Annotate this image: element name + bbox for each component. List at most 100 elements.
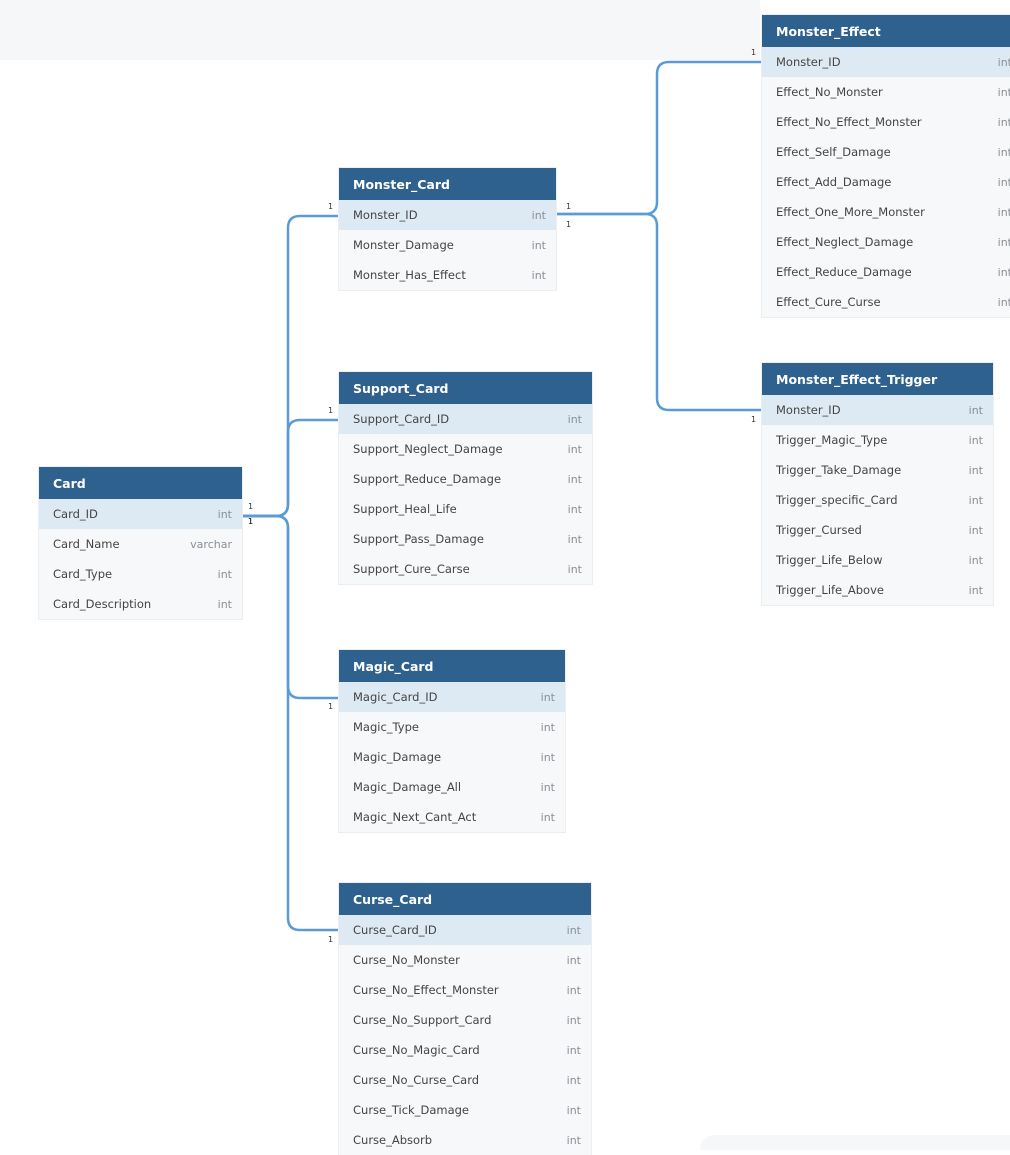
table-card[interactable]: Card Card_ID int Card_Name varchar Card_Type i… <box>39 467 242 619</box>
column-row[interactable]: Trigger_Magic_Type int <box>762 425 993 455</box>
column-row[interactable]: Curse_No_Support_Card int <box>339 1005 591 1035</box>
column-row[interactable]: Curse_Absorb int <box>339 1125 591 1155</box>
table-monster-effect[interactable]: Monster_Effect Monster_ID int Effect_No_Mon… <box>762 15 1010 317</box>
column-type: int <box>567 412 582 426</box>
table-header[interactable]: Card <box>39 467 242 499</box>
cardinality-label: 1 <box>566 220 571 229</box>
table-curse-card[interactable]: Curse_Card Curse_Card_ID int Curse_No_Monst… <box>339 883 591 1155</box>
column-row[interactable]: Curse_No_Magic_Card int <box>339 1035 591 1065</box>
column-row[interactable]: Trigger_Life_Below int <box>762 545 993 575</box>
column-type: int <box>531 238 546 252</box>
column-row[interactable]: Magic_Next_Cant_Act int <box>339 802 565 832</box>
column-row[interactable]: Effect_No_Effect_Monster int <box>762 107 1010 137</box>
column-row[interactable]: Effect_No_Monster int <box>762 77 1010 107</box>
column-name: Support_Pass_Damage <box>353 532 484 546</box>
column-name: Support_Heal_Life <box>353 502 457 516</box>
column-type: int <box>997 115 1010 129</box>
column-row[interactable]: Effect_Reduce_Damage int <box>762 257 1010 287</box>
column-row[interactable]: Trigger_specific_Card int <box>762 485 993 515</box>
primary-key-row[interactable]: Monster_ID int <box>339 200 556 230</box>
column-name: Effect_Add_Damage <box>776 175 892 189</box>
column-row[interactable]: Card_Description int <box>39 589 242 619</box>
column-row[interactable]: Support_Pass_Damage int <box>339 524 592 554</box>
column-row[interactable]: Monster_Damage int <box>339 230 556 260</box>
column-type: int <box>566 1013 581 1027</box>
column-name: Curse_Tick_Damage <box>353 1103 469 1117</box>
column-name: Curse_No_Magic_Card <box>353 1043 480 1057</box>
column-row[interactable]: Support_Heal_Life int <box>339 494 592 524</box>
column-name: Trigger_Life_Above <box>776 583 884 597</box>
column-row[interactable]: Effect_Cure_Curse int <box>762 287 1010 317</box>
column-row[interactable]: Effect_Neglect_Damage int <box>762 227 1010 257</box>
table-header[interactable]: Support_Card <box>339 372 592 404</box>
column-row[interactable]: Card_Type int <box>39 559 242 589</box>
table-header[interactable]: Curse_Card <box>339 883 591 915</box>
table-header[interactable]: Monster_Card <box>339 168 556 200</box>
column-row[interactable]: Effect_One_More_Monster int <box>762 197 1010 227</box>
primary-key-row[interactable]: Curse_Card_ID int <box>339 915 591 945</box>
column-row[interactable]: Magic_Damage int <box>339 742 565 772</box>
column-row[interactable]: Monster_Has_Effect int <box>339 260 556 290</box>
relationship-card-support[interactable] <box>242 418 339 518</box>
column-row[interactable]: Effect_Self_Damage int <box>762 137 1010 167</box>
cardinality-label: 1 <box>248 517 253 526</box>
column-row[interactable]: Curse_No_Effect_Monster int <box>339 975 591 1005</box>
cardinality-label: 1 <box>328 406 333 415</box>
column-type: int <box>567 442 582 456</box>
column-type: int <box>567 562 582 576</box>
column-type: int <box>997 205 1010 219</box>
column-name: Curse_Absorb <box>353 1133 433 1147</box>
column-name: Effect_Reduce_Damage <box>776 265 912 279</box>
column-type: int <box>217 597 232 611</box>
column-row[interactable]: Support_Reduce_Damage int <box>339 464 592 494</box>
column-row[interactable]: Trigger_Life_Above int <box>762 575 993 605</box>
table-header[interactable]: Monster_Effect_Trigger <box>762 363 993 395</box>
column-row[interactable]: Curse_No_Monster int <box>339 945 591 975</box>
primary-key-row[interactable]: Card_ID int <box>39 499 242 529</box>
column-type: int <box>997 85 1010 99</box>
column-type: int <box>997 235 1010 249</box>
relationship-card-monster[interactable] <box>242 214 339 518</box>
column-type: int <box>217 507 232 521</box>
column-type: int <box>968 403 983 417</box>
column-type: int <box>968 553 983 567</box>
column-type: int <box>567 532 582 546</box>
primary-key-row[interactable]: Support_Card_ID int <box>339 404 592 434</box>
cardinality-label: 1 <box>328 702 333 711</box>
column-row[interactable]: Magic_Type int <box>339 712 565 742</box>
column-row[interactable]: Card_Name varchar <box>39 529 242 559</box>
column-type: int <box>566 1133 581 1147</box>
primary-key-row[interactable]: Monster_ID int <box>762 395 993 425</box>
column-name: Monster_ID <box>776 55 841 69</box>
relationship-card-curse[interactable] <box>242 514 339 932</box>
relationship-monster-effect[interactable] <box>556 60 762 216</box>
column-name: Trigger_specific_Card <box>776 493 898 507</box>
column-row[interactable]: Curse_Tick_Damage int <box>339 1095 591 1125</box>
column-type: int <box>997 175 1010 189</box>
column-name: Support_Card_ID <box>353 412 450 426</box>
table-monster-effect-trigger[interactable]: Monster_Effect_Trigger Monster_ID int Trigg… <box>762 363 993 605</box>
primary-key-row[interactable]: Magic_Card_ID int <box>339 682 565 712</box>
column-row[interactable]: Support_Cure_Carse int <box>339 554 592 584</box>
column-type: int <box>566 1073 581 1087</box>
column-row[interactable]: Support_Neglect_Damage int <box>339 434 592 464</box>
table-header[interactable]: Monster_Effect <box>762 15 1010 47</box>
column-row[interactable]: Trigger_Take_Damage int <box>762 455 993 485</box>
table-monster-card[interactable]: Monster_Card Monster_ID int Monster_Damage i… <box>339 168 556 290</box>
column-row[interactable]: Curse_No_Curse_Card int <box>339 1065 591 1095</box>
table-support-card[interactable]: Support_Card Support_Card_ID int Support_Ne… <box>339 372 592 584</box>
cardinality-label: 1 <box>566 202 571 211</box>
column-type: int <box>540 780 555 794</box>
column-row[interactable]: Trigger_Cursed int <box>762 515 993 545</box>
relationship-card-magic[interactable] <box>242 514 339 700</box>
table-header[interactable]: Magic_Card <box>339 650 565 682</box>
column-name: Card_Description <box>53 597 152 611</box>
column-row[interactable]: Magic_Damage_All int <box>339 772 565 802</box>
primary-key-row[interactable]: Monster_ID int <box>762 47 1010 77</box>
table-magic-card[interactable]: Magic_Card Magic_Card_ID int Magic_Type int M… <box>339 650 565 832</box>
column-name: Monster_ID <box>776 403 841 417</box>
column-name: Curse_No_Support_Card <box>353 1013 492 1027</box>
column-type: int <box>567 502 582 516</box>
column-row[interactable]: Effect_Add_Damage int <box>762 167 1010 197</box>
column-type: int <box>566 1043 581 1057</box>
